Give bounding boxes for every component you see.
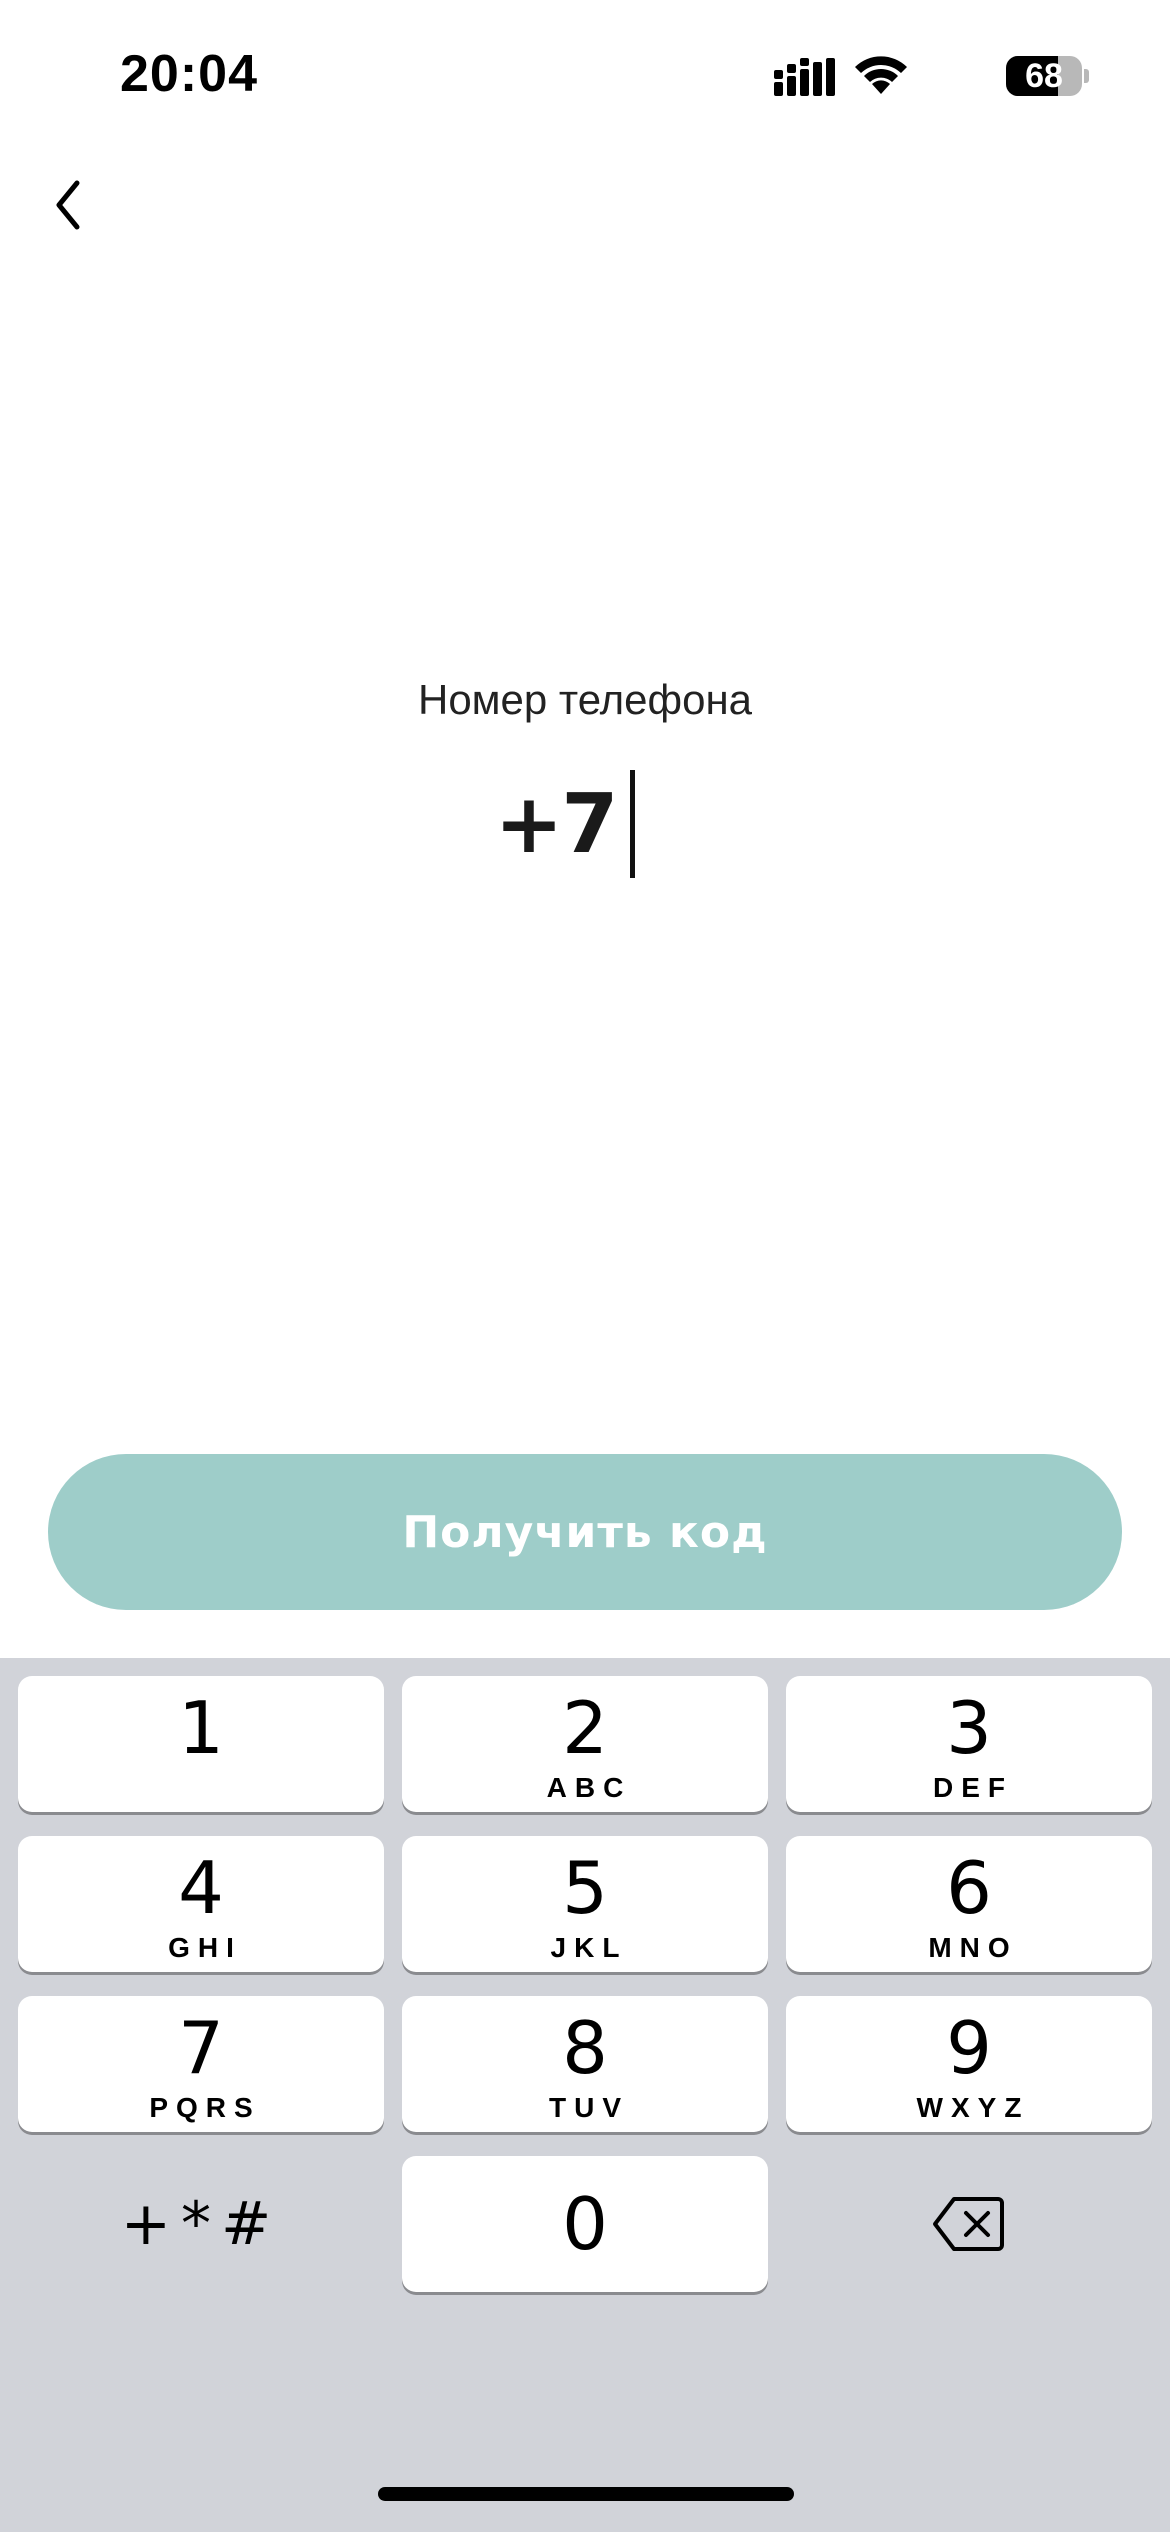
key-8[interactable]: 8 TUV	[402, 1996, 768, 2132]
key-digit: 3	[946, 1686, 992, 1770]
text-caret	[630, 770, 636, 878]
key-digit: 7	[178, 2006, 224, 2090]
status-indicators: 68	[760, 52, 1090, 102]
key-letters: MNO	[928, 1932, 1018, 1963]
wifi-icon	[855, 56, 907, 94]
backspace-icon	[933, 2197, 1004, 2251]
key-6[interactable]: 6 MNO	[786, 1836, 1152, 1972]
phone-input[interactable]: +7	[0, 770, 1170, 878]
battery-icon: 68	[1006, 56, 1090, 96]
key-letters: JKL	[550, 1932, 628, 1963]
chevron-left-icon	[56, 180, 80, 230]
status-time: 20:04	[120, 45, 258, 103]
key-digit: 4	[178, 1846, 224, 1930]
key-3[interactable]: 3 DEF	[786, 1676, 1152, 1812]
home-indicator[interactable]	[378, 2487, 794, 2501]
key-7[interactable]: 7 PQRS	[18, 1996, 384, 2132]
key-digit: 5	[562, 1846, 608, 1930]
phone-field-label: Номер телефона	[417, 676, 752, 723]
key-letters: WXYZ	[916, 2092, 1030, 2123]
get-code-button[interactable]: Получить код	[48, 1454, 1122, 1610]
back-button[interactable]	[40, 170, 96, 240]
delete-button[interactable]	[786, 2156, 1152, 2292]
symbols-key[interactable]: +*#	[18, 2156, 384, 2292]
key-letters: ABC	[546, 1772, 632, 1803]
key-digit: 9	[946, 2006, 992, 2090]
key-digit: 8	[562, 2006, 608, 2090]
key-5[interactable]: 5 JKL	[402, 1836, 768, 1972]
key-9[interactable]: 9 WXYZ	[786, 1996, 1152, 2132]
key-1[interactable]: 1	[18, 1676, 384, 1812]
key-digit: 1	[178, 1686, 224, 1770]
key-letters: PQRS	[149, 2092, 261, 2123]
phone-value: +7	[494, 776, 619, 872]
cellular-signal-icon	[774, 58, 835, 96]
key-2[interactable]: 2 ABC	[402, 1676, 768, 1812]
key-digit: 0	[562, 2182, 608, 2266]
key-0[interactable]: 0	[402, 2156, 768, 2292]
key-letters: TUV	[549, 2092, 629, 2123]
key-digit: 2	[562, 1686, 608, 1770]
battery-level: 68	[1025, 57, 1063, 95]
key-digit: 6	[946, 1846, 992, 1930]
numeric-keypad: 1 2 ABC 3 DEF 4 GHI 5 JKL 6 MNO 7 PQRS 8…	[0, 1658, 1170, 2532]
key-letters: DEF	[933, 1772, 1013, 1803]
key-letters: GHI	[168, 1932, 242, 1963]
key-4[interactable]: 4 GHI	[18, 1836, 384, 1972]
